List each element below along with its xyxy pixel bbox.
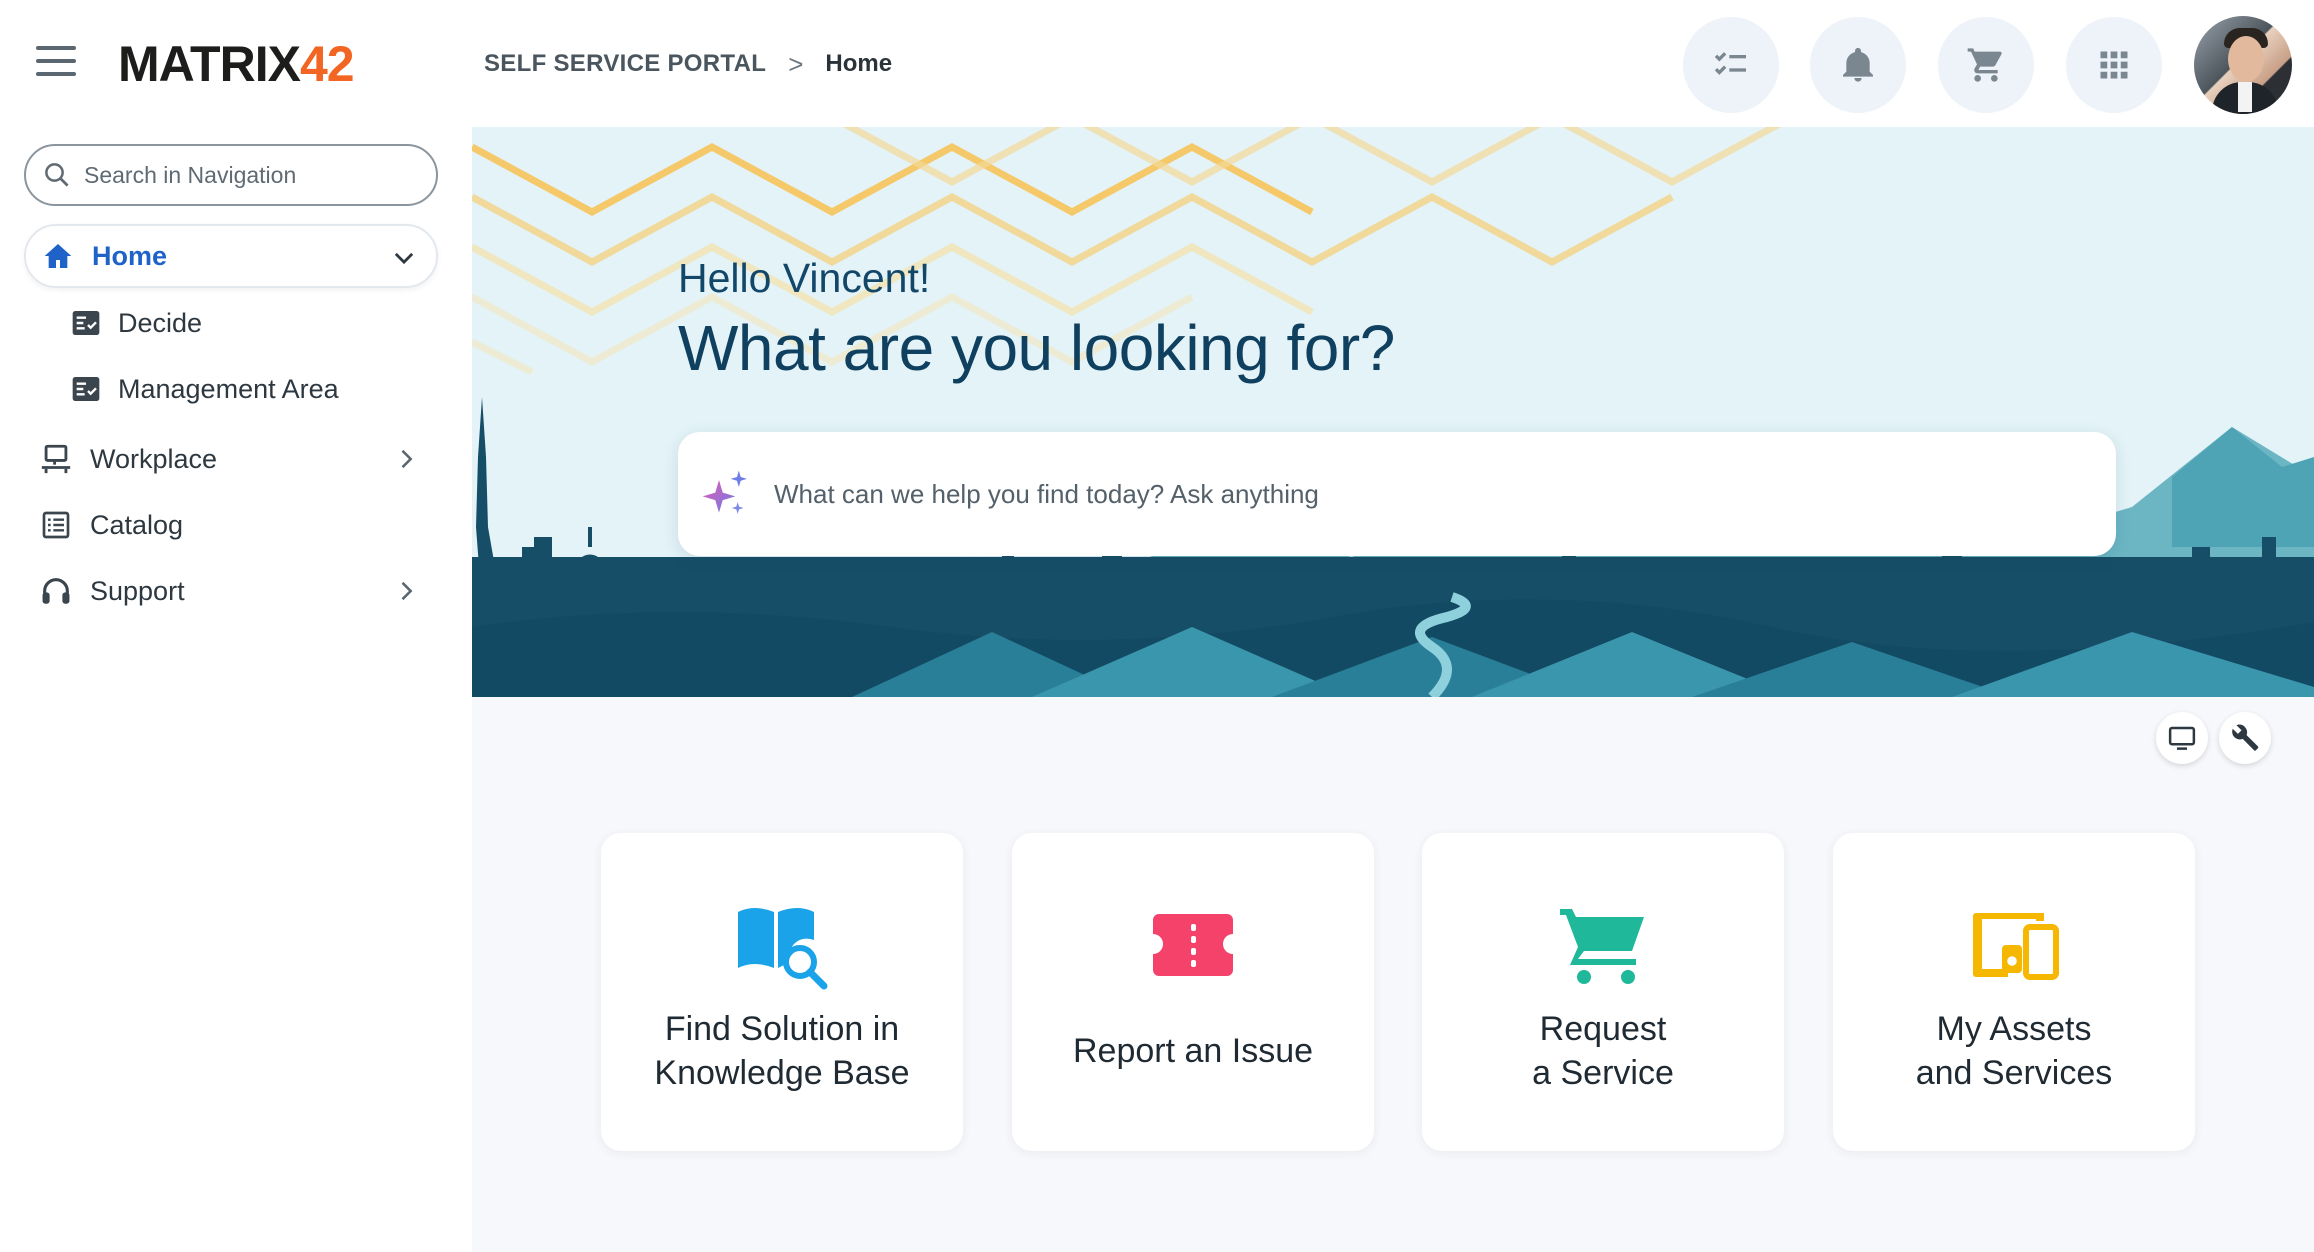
sidebar-item-label: Workplace bbox=[90, 443, 218, 474]
devices-icon bbox=[1973, 913, 2059, 980]
ask-anything-input[interactable] bbox=[772, 477, 2076, 511]
checklist-icon bbox=[72, 377, 100, 401]
ai-search-box bbox=[678, 432, 2116, 556]
tile-my-assets[interactable]: My Assets and Services bbox=[1833, 833, 2195, 1151]
sidebar-item-label: Management Area bbox=[118, 373, 339, 404]
monitor-icon bbox=[2168, 726, 2196, 750]
breadcrumb-current: Home bbox=[825, 50, 893, 77]
sidebar-item-home[interactable]: Home bbox=[24, 224, 438, 288]
tile-knowledge-base[interactable]: Find Solution in Knowledge Base bbox=[601, 833, 963, 1151]
hero-banner: Hello Vincent! What are you looking for? bbox=[472, 127, 2314, 697]
search-icon bbox=[45, 163, 69, 187]
chevron-right-icon[interactable] bbox=[392, 445, 420, 473]
sidebar-item-label: Support bbox=[90, 575, 185, 606]
bell-icon bbox=[1843, 47, 1873, 82]
breadcrumb-root[interactable]: SELF SERVICE PORTAL bbox=[484, 48, 766, 80]
sidebar-item-workplace[interactable]: Workplace bbox=[24, 427, 438, 491]
shopping-cart-icon bbox=[1560, 909, 1644, 984]
sidebar-item-management-area[interactable]: Management Area bbox=[70, 361, 339, 417]
tasks-button[interactable] bbox=[1683, 17, 1779, 113]
home-icon bbox=[44, 244, 72, 268]
headset-icon bbox=[42, 578, 70, 604]
notifications-button[interactable] bbox=[1810, 17, 1906, 113]
sidebar-item-label: Catalog bbox=[90, 509, 184, 540]
tile-label: My Assets and Services bbox=[1915, 1010, 2113, 1092]
hero-headline: What are you looking for? bbox=[678, 312, 1395, 384]
tile-label: Request a Service bbox=[1532, 1010, 1674, 1092]
cart-button[interactable] bbox=[1938, 17, 2034, 113]
city-skyline-illustration bbox=[472, 127, 2314, 697]
workplace-icon bbox=[41, 444, 71, 474]
tile-report-issue[interactable]: Report an Issue bbox=[1012, 833, 1374, 1151]
breadcrumb: SELF SERVICE PORTAL > Home bbox=[484, 48, 892, 80]
tile-request-service[interactable]: Request a Service bbox=[1422, 833, 1784, 1151]
wrench-icon bbox=[2232, 724, 2259, 751]
apps-button[interactable] bbox=[2066, 17, 2162, 113]
navigation-search-input[interactable] bbox=[82, 160, 406, 190]
task-list-icon bbox=[1714, 52, 1746, 75]
sparkle-icon bbox=[702, 470, 747, 514]
user-avatar[interactable] bbox=[2194, 16, 2292, 114]
display-mode-button[interactable] bbox=[2156, 712, 2208, 764]
logo-text: MATRIX bbox=[118, 36, 301, 92]
tile-label: Report an Issue bbox=[1072, 1032, 1314, 1070]
customize-button[interactable] bbox=[2219, 712, 2271, 764]
sidebar-item-support[interactable]: Support bbox=[24, 559, 438, 623]
sidebar-navigation: Home Decide Management Area Workplace Ca… bbox=[0, 127, 472, 1252]
logo-number: 42 bbox=[299, 36, 355, 92]
menu-icon[interactable] bbox=[36, 46, 76, 82]
navigation-search bbox=[24, 144, 438, 206]
knowledge-book-icon bbox=[738, 908, 828, 990]
catalog-icon bbox=[42, 511, 70, 539]
tile-label: Find Solution in Knowledge Base bbox=[654, 1010, 910, 1092]
cart-icon bbox=[1967, 48, 2002, 82]
top-header: MATRIX42 SELF SERVICE PORTAL > Home bbox=[0, 0, 2314, 127]
matrix42-logo[interactable]: MATRIX42 bbox=[118, 36, 355, 92]
apps-grid-icon bbox=[2100, 51, 2128, 79]
chevron-down-icon[interactable] bbox=[390, 244, 418, 272]
ticket-icon bbox=[1153, 914, 1233, 976]
sidebar-item-catalog[interactable]: Catalog bbox=[24, 493, 438, 557]
breadcrumb-separator: > bbox=[788, 49, 804, 79]
checklist-icon bbox=[72, 311, 100, 335]
sidebar-item-decide[interactable]: Decide bbox=[70, 295, 202, 351]
sidebar-item-label: Decide bbox=[118, 307, 203, 338]
chevron-right-icon[interactable] bbox=[392, 577, 420, 605]
greeting-text: Hello Vincent! bbox=[678, 255, 931, 301]
sidebar-item-label: Home bbox=[92, 240, 168, 271]
